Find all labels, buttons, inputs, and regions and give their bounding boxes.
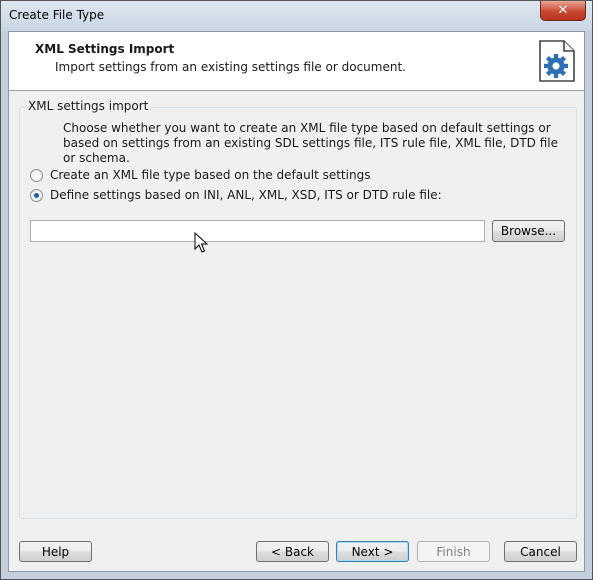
option-default-settings[interactable]: Create an XML file type based on the def… (30, 168, 370, 182)
group-legend: XML settings import (25, 99, 152, 113)
radio-default-settings[interactable] (30, 168, 43, 182)
finish-button: Finish (417, 541, 490, 562)
next-button[interactable]: Next > (336, 541, 409, 562)
cancel-button[interactable]: Cancel (504, 541, 577, 562)
rule-file-path-input[interactable] (30, 220, 485, 242)
option-rule-file[interactable]: Define settings based on INI, ANL, XML, … (30, 188, 442, 202)
option-rule-file-label[interactable]: Define settings based on INI, ANL, XML, … (50, 188, 442, 202)
page-subtitle: Import settings from an existing setting… (55, 60, 406, 74)
page-title: XML Settings Import (35, 42, 175, 56)
close-icon: ✕ (557, 3, 569, 18)
create-file-type-window: Create File Type ✕ XML Settings Import I… (0, 0, 593, 580)
description-text: Choose whether you want to create an XML… (63, 121, 558, 165)
browse-button[interactable]: Browse... (492, 220, 565, 242)
settings-document-icon (539, 40, 575, 82)
dialog-content: XML Settings Import Import settings from… (8, 31, 585, 572)
back-button[interactable]: < Back (256, 541, 329, 562)
title-bar: Create File Type ✕ (1, 1, 592, 31)
close-button[interactable]: ✕ (540, 1, 586, 21)
window-title: Create File Type (9, 8, 105, 22)
help-button[interactable]: Help (19, 541, 92, 562)
wizard-header: XML Settings Import Import settings from… (9, 32, 584, 91)
option-default-settings-label[interactable]: Create an XML file type based on the def… (50, 168, 370, 182)
radio-rule-file[interactable] (30, 188, 43, 202)
mouse-cursor-icon (194, 232, 208, 253)
